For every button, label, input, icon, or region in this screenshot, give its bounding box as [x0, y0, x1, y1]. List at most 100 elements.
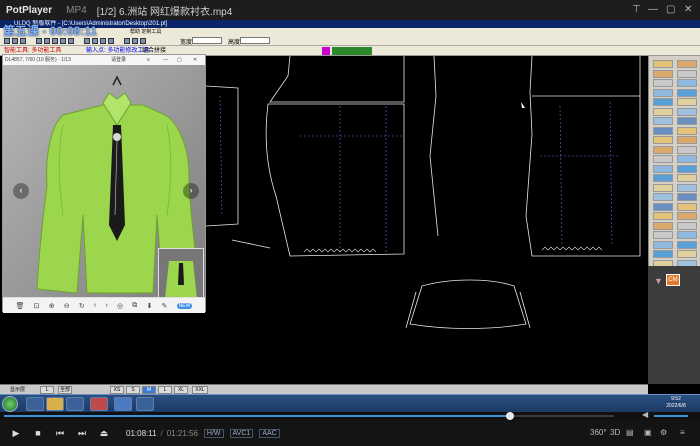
next-icon: ›	[105, 302, 108, 309]
prev-image-icon: ‹	[13, 183, 29, 199]
taskbar-app-cad	[90, 397, 108, 411]
viewer-tool-label: 请登录	[111, 57, 127, 63]
player-controls: ▶ ■ ⏮ ⏭ ⏏ 01:08:11 / 01:21:56 H/W AVC1 A…	[0, 420, 700, 446]
palette-tool-icon	[653, 126, 673, 135]
close-icon[interactable]: ✕	[684, 4, 692, 15]
cm-icon: CM	[666, 274, 680, 286]
fit-icon	[52, 38, 58, 44]
mouse-cursor-icon	[521, 102, 525, 108]
palette-tool-icon	[677, 193, 697, 201]
palette-tool-icon	[677, 240, 697, 249]
next-icon[interactable]: ⏭	[76, 428, 88, 439]
copy-icon: ⧉	[132, 301, 138, 309]
palette-tool-icon	[677, 79, 697, 87]
previous-icon[interactable]: ⏮	[54, 428, 66, 439]
menu-icon[interactable]: ≡	[680, 428, 685, 437]
palette-tool-icon	[677, 69, 697, 78]
status-cell: 全部	[58, 386, 72, 394]
volume-icon[interactable]: ◀	[642, 410, 648, 419]
volume-slider[interactable]	[654, 415, 688, 417]
seek-bar[interactable]: ◀	[0, 410, 700, 420]
crop-icon: ⊡	[33, 302, 40, 310]
palette-tool-icon	[653, 145, 673, 154]
maximize-icon[interactable]: ▢	[666, 4, 675, 15]
new-file-icon	[4, 38, 10, 44]
palette-tool-icon	[653, 79, 673, 87]
status-cell: S	[126, 386, 140, 394]
palette-tool-icon	[653, 240, 673, 249]
taskbar-app-ie	[26, 397, 44, 411]
clock-date: 2022/6/8	[666, 403, 686, 409]
status-cell: L	[158, 386, 172, 394]
palette-tool-icon	[653, 231, 673, 239]
color-swatch-icon	[322, 47, 330, 55]
undo-icon	[60, 38, 66, 44]
taskbar-app-media	[66, 397, 84, 411]
palette-tool-icon	[653, 136, 673, 144]
zoom-out-icon: ⊖	[63, 302, 70, 310]
palette-tool-icon	[653, 221, 673, 230]
palette-tool-icon	[653, 212, 673, 220]
rotate-icon: ↻	[78, 302, 85, 310]
palette-tool-icon	[677, 155, 697, 163]
cad-palette-lower: ▼ CM	[648, 266, 700, 384]
capture-icon[interactable]: ▣	[644, 428, 652, 437]
prev-icon: ‹	[93, 302, 97, 309]
taskbar-clock: 9:52 2022/6/8	[656, 396, 696, 410]
pattern-piece-mid-right	[429, 55, 439, 237]
cad-height-input	[240, 37, 270, 44]
grade-icon	[132, 38, 138, 44]
3d-button[interactable]: 3D	[610, 428, 620, 437]
palette-tool-icon	[677, 174, 697, 182]
play-icon[interactable]: ▶	[10, 428, 22, 439]
start-button-icon	[2, 396, 18, 412]
check-icon	[140, 38, 146, 44]
palette-tool-icon	[653, 107, 673, 116]
pattern-top-center	[269, 55, 405, 103]
viewer-header-text: DL4857, 7/50 (10 服务) · 1/13	[5, 57, 71, 63]
edit-icon: ✎	[161, 302, 168, 310]
cad-status-left: 显示层	[10, 387, 26, 393]
video-frame[interactable]: ULDG 制版软件 - [C:\Users\Administrator\Desk…	[0, 20, 700, 412]
pattern-piece-right	[525, 55, 641, 257]
palette-tool-icon	[653, 250, 673, 258]
viewer-toolbar: 🗑 ⊡ ⊕ ⊖ ↻ ‹ › ◎ ⧉ ⬇ ✎ NEW	[3, 297, 205, 313]
current-time: 01:08:11	[126, 428, 157, 438]
palette-tool-icon	[653, 193, 673, 201]
settings-gear-icon[interactable]: ⚙	[660, 428, 667, 437]
palette-tool-icon	[677, 202, 697, 211]
viewer-menu-icon: ≡	[147, 57, 150, 63]
layer-icon	[100, 38, 106, 44]
palette-tool-icon	[677, 250, 697, 258]
pin-icon[interactable]: ⊤	[632, 4, 641, 15]
image-thumbnail	[158, 248, 204, 297]
vr-360-button[interactable]: 360°	[590, 428, 607, 437]
pattern-cuff	[409, 279, 527, 329]
seek-knob[interactable]	[506, 412, 515, 420]
pattern-icon	[124, 38, 130, 44]
print-icon	[108, 38, 114, 44]
audio-codec-badge: AAC	[259, 428, 280, 438]
eject-icon[interactable]: ⏏	[98, 428, 110, 439]
status-cell: XXL	[192, 386, 208, 394]
save-icon: ⬇	[146, 302, 153, 310]
delete-icon: 🗑	[15, 302, 25, 310]
stop-icon[interactable]: ■	[32, 428, 44, 438]
open-file-icon	[12, 38, 18, 44]
next-image-icon: ›	[183, 183, 199, 199]
palette-tool-icon	[653, 202, 673, 211]
minimize-icon[interactable]: —	[648, 4, 658, 15]
palette-tool-icon	[653, 155, 673, 163]
palette-tool-icon	[677, 98, 697, 106]
hw-badge[interactable]: H/W	[203, 428, 224, 438]
windows-taskbar: 9:52 2022/6/8	[0, 394, 700, 412]
viewer-minimize-icon: —	[163, 57, 168, 63]
subtitle-icon[interactable]: ▤	[626, 428, 634, 437]
zoom-icon	[36, 38, 42, 44]
cad-width-input	[192, 37, 222, 44]
taskbar-app-explorer	[46, 397, 64, 411]
cad-status-bar: 显示层 L 全部 XS S M L XL XXL	[0, 384, 648, 394]
taskbar-app-other	[136, 397, 154, 411]
filter-icon: ▼	[654, 276, 663, 286]
player-brand[interactable]: PotPlayer	[6, 5, 52, 16]
